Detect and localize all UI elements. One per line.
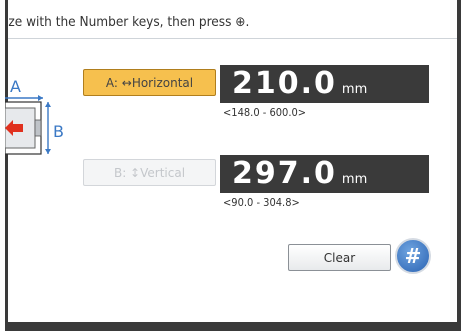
clear-button-label: Clear (323, 250, 356, 265)
horizontal-button-label: A: ↔Horizontal (105, 75, 194, 90)
horizontal-value-display: 210.0 mm (220, 65, 429, 103)
diagram-label-b: B (53, 122, 64, 141)
hash-enter-icon[interactable]: # (395, 238, 431, 274)
horizontal-button[interactable]: A: ↔Horizontal (83, 69, 216, 96)
bottom-edge (5, 322, 461, 331)
size-entry-screen: ize with the Number keys, then press ⊕. … (5, 0, 461, 331)
vertical-value: 297.0 (232, 156, 337, 191)
vertical-unit: mm (341, 172, 368, 187)
paper-size-diagram-icon: A B (5, 80, 64, 155)
instruction-text: ize with the Number keys, then press ⊕. (5, 14, 250, 30)
vertical-button[interactable]: B: ↕Vertical (83, 159, 216, 186)
clear-button[interactable]: Clear (288, 244, 391, 271)
vertical-button-label: B: ↕Vertical (113, 165, 186, 180)
vertical-value-display: 297.0 mm (220, 155, 429, 193)
right-edge (457, 0, 461, 331)
diagram-label-a: A (10, 80, 21, 96)
horizontal-range: <148.0 - 600.0> (223, 106, 307, 119)
vertical-range: <90.0 - 304.8> (223, 196, 300, 209)
hash-enter-label: # (404, 244, 422, 268)
horizontal-value: 210.0 (232, 66, 337, 101)
horizontal-unit: mm (341, 82, 368, 97)
instruction-bar: ize with the Number keys, then press ⊕. (5, 0, 461, 39)
